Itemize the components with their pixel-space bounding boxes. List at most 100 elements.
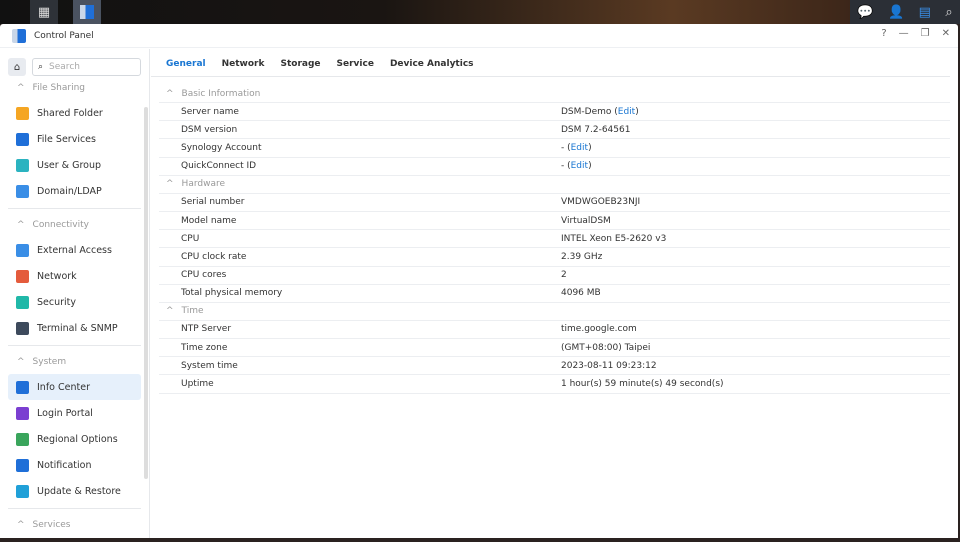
section-connectivity[interactable]: ^ Connectivity [0,213,149,237]
shared-folder-icon [16,106,29,120]
table-row: Serial number VMDWGOEB23NJI [159,194,950,212]
main-menu-icon[interactable]: ▦ [30,0,58,24]
table-row: Model name VirtualDSM [159,212,950,231]
security-icon [16,295,29,309]
home-icon[interactable]: ⌂ [8,58,26,76]
sidebar-item-security[interactable]: Security [8,289,141,315]
window-title: Control Panel [34,30,94,41]
tab-storage[interactable]: Storage [280,59,320,76]
notification-icon [16,458,29,472]
help-icon[interactable]: ? [881,28,886,39]
section-services[interactable]: ^ Services [0,513,149,537]
row-value: 1 hour(s) 59 minute(s) 49 second(s) [561,379,724,390]
group-basic-information[interactable]: ^ Basic Information [159,85,950,103]
info-table: ^ Basic Information Server name DSM-Demo (E… [159,85,950,394]
sidebar-item-label: Notification [37,459,92,471]
control-panel-window: Control Panel ? — ❐ ✕ ⌂ ⌕ Search ^ File Sh… [0,24,958,538]
chevron-up-icon: ^ [166,306,174,317]
sidebar-item-file-services[interactable]: File Services [8,126,141,152]
search-icon: ⌕ [38,62,44,72]
table-row: QuickConnect ID - (Edit) [159,158,950,176]
sidebar-item-shared-folder[interactable]: Shared Folder [8,100,141,126]
login-portal-icon [16,406,29,420]
sidebar: ⌂ ⌕ Search ^ File Sharing Shared Folder File… [0,49,150,538]
user-group-icon [16,158,29,172]
table-row: Synology Account - (Edit) [159,139,950,158]
edit-link[interactable]: Edit [571,143,588,153]
info-center-icon [16,380,29,394]
sidebar-item-login-portal[interactable]: Login Portal [8,400,141,426]
group-hardware[interactable]: ^ Hardware [159,176,950,194]
tab-general[interactable]: General [166,59,206,76]
table-row: NTP Server time.google.com [159,321,950,340]
tab-network[interactable]: Network [222,59,265,76]
row-value: VMDWGOEB23NJI [561,197,641,208]
restore-icon[interactable]: ❐ [921,28,930,39]
chevron-up-icon: ^ [166,88,174,99]
row-label: Time zone [181,342,228,353]
sidebar-item-external-access[interactable]: External Access [8,237,141,263]
row-value: 2 [561,270,567,281]
sidebar-item-user-group[interactable]: User & Group [8,152,141,178]
sidebar-item-label: Login Portal [37,407,93,419]
chevron-up-icon: ^ [17,220,25,230]
close-icon[interactable]: ✕ [942,28,950,39]
chevron-up-icon: ^ [17,83,25,93]
sidebar-item-notification[interactable]: Notification [8,452,141,478]
row-value: 4096 MB [561,288,601,299]
sidebar-item-network[interactable]: Network [8,263,141,289]
row-label: NTP Server [181,324,232,335]
sidebar-item-label: Network [37,270,77,282]
minimize-icon[interactable]: — [899,28,909,39]
table-row: DSM version DSM 7.2-64561 [159,121,950,140]
sidebar-scrollbar[interactable] [144,107,148,479]
search-input[interactable]: ⌕ Search [32,58,141,76]
section-file-sharing[interactable]: ^ File Sharing [0,76,149,100]
section-system[interactable]: ^ System [0,350,149,374]
divider [8,345,141,346]
row-label: CPU [181,233,200,244]
row-label: DSM version [181,124,238,135]
edit-link[interactable]: Edit [571,161,588,171]
table-row: Total physical memory 4096 MB [159,285,950,303]
group-time[interactable]: ^ Time [159,303,950,321]
section-title: File Sharing [32,83,86,93]
row-label: Synology Account [181,142,262,153]
row-label: Server name [181,106,239,117]
table-row: CPU INTEL Xeon E5-2620 v3 [159,230,950,249]
sidebar-item-label: Domain/LDAP [37,185,102,197]
search-icon[interactable]: ⌕ [945,5,952,20]
table-row: Uptime 1 hour(s) 59 minute(s) 49 second(s… [159,375,950,394]
sidebar-item-regional-options[interactable]: Regional Options [8,426,141,452]
tab-service[interactable]: Service [337,59,374,76]
sidebar-item-label: Update & Restore [37,485,121,497]
sidebar-item-domain-ldap[interactable]: Domain/LDAP [8,178,141,204]
sidebar-item-terminal-snmp[interactable]: Terminal & SNMP [8,315,141,341]
row-value: - [561,142,565,153]
row-label: CPU cores [181,270,227,281]
widgets-icon[interactable]: ▤ [919,5,931,20]
network-icon [16,269,29,283]
row-value: - [561,161,565,172]
notification-icon[interactable]: 💬 [857,5,873,20]
sidebar-item-update-restore[interactable]: Update & Restore [8,478,141,504]
user-icon[interactable]: 👤 [888,5,904,20]
edit-link[interactable]: Edit [618,107,635,117]
table-row: Server name DSM-Demo (Edit) [159,103,950,122]
row-value: 2023-08-11 09:23:12 [561,360,657,371]
table-row: CPU cores 2 [159,267,950,285]
chevron-up-icon: ^ [17,520,25,530]
chevron-up-icon: ^ [17,357,25,367]
table-row: CPU clock rate 2.39 GHz [159,248,950,267]
info-center-content: General Network Storage Service Device Analy… [151,49,958,538]
domain-ldap-icon [16,184,29,198]
update-restore-icon [16,484,29,498]
sidebar-item-info-center[interactable]: Info Center [8,374,141,400]
row-label: CPU clock rate [181,251,247,262]
control-panel-taskbar-icon[interactable] [73,0,101,24]
row-value: DSM 7.2-64561 [561,124,631,135]
row-label: Total physical memory [181,288,283,299]
row-value: (GMT+08:00) Taipei [561,342,651,353]
external-access-icon [16,243,29,257]
tab-device-analytics[interactable]: Device Analytics [390,59,474,76]
